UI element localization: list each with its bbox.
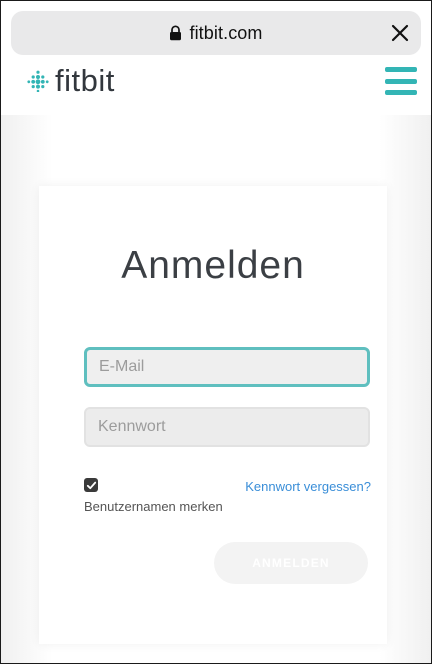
menu-bar [385,90,417,95]
fitbit-logo-icon [27,70,49,92]
remember-checkbox[interactable] [84,478,98,492]
close-icon[interactable] [387,20,413,46]
forgot-password-link[interactable]: Kennwort vergessen? [245,479,371,494]
url-text: fitbit.com [189,22,263,43]
logo-text: fitbit [55,63,115,98]
fitbit-logo[interactable]: fitbit [27,65,115,96]
device-frame: fitbit.com fitbit Anmelden E-Mail Kennwo… [0,0,432,664]
menu-bar [385,67,417,72]
url-display[interactable]: fitbit.com [11,11,421,55]
remember-label: Benutzernamen merken [84,499,223,514]
site-header: fitbit [1,55,431,115]
menu-bar [385,78,417,84]
password-field[interactable]: Kennwort [84,407,370,447]
email-field[interactable]: E-Mail [84,347,370,387]
checkmark-icon [86,481,96,489]
url-pill[interactable]: fitbit.com [11,11,421,55]
hamburger-menu-icon[interactable] [385,67,417,95]
login-button[interactable]: ANMELDEN [214,542,368,584]
page-title: Anmelden [121,244,305,287]
lock-icon [170,25,182,41]
login-card: Anmelden E-Mail Kennwort Kennwort verges… [39,186,387,644]
